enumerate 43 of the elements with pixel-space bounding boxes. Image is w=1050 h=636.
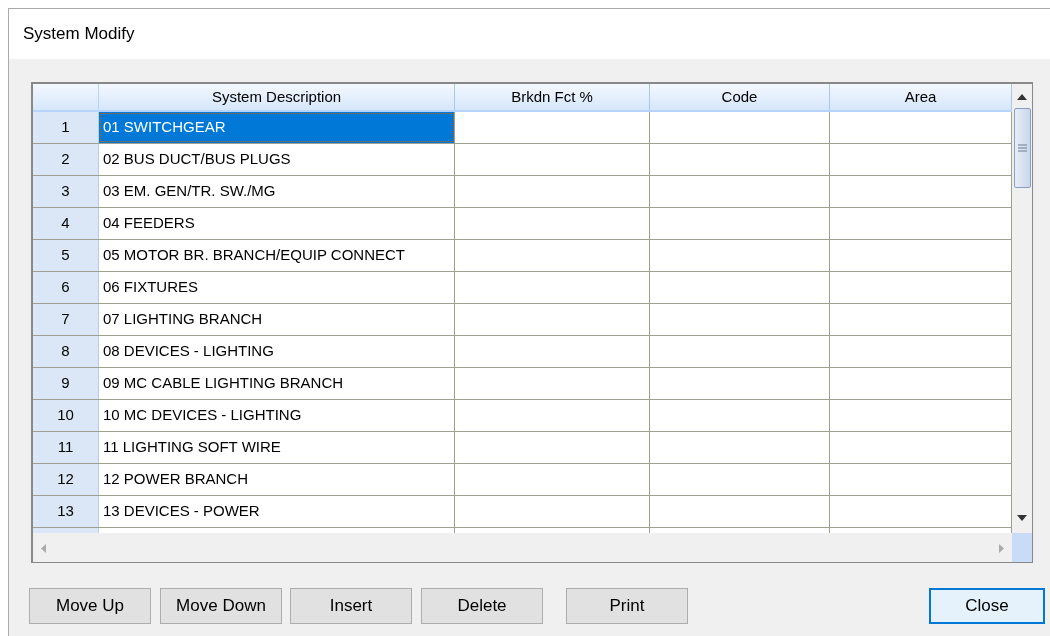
dialog-button[interactable]: Insert [290,588,412,624]
row-number[interactable]: 11 [33,432,99,463]
scrollbar-corner [1012,533,1032,562]
row-number[interactable]: 10 [33,400,99,431]
table-cell: 10 MC DEVICES - LIGHTING [99,400,455,431]
row-number[interactable]: 3 [33,176,99,207]
table-cell: 09 MC CABLE LIGHTING BRANCH [99,368,455,399]
table-cell: 04 FEEDERS [99,208,455,239]
table-cell: 03 EM. GEN/TR. SW./MG [99,176,455,207]
scroll-down-icon[interactable] [1017,515,1027,521]
row-number[interactable]: 4 [33,208,99,239]
dialog-button[interactable]: Print [566,588,688,624]
grip-icon [1017,144,1027,152]
dialog-button[interactable]: Delete [421,588,543,624]
table-cell: 06 FIXTURES [99,272,455,303]
table-cell: 05 MOTOR BR. BRANCH/EQUIP CONNECT [99,240,455,271]
table-cell: 08 DEVICES - LIGHTING [99,336,455,367]
table-cell: 12 POWER BRANCH [99,464,455,495]
row-number[interactable]: 13 [33,496,99,527]
column-header[interactable]: System Description [99,84,455,110]
row-number[interactable]: 9 [33,368,99,399]
scroll-thumb[interactable] [1013,108,1031,188]
scroll-left-icon[interactable] [41,543,46,553]
row-number[interactable]: 8 [33,336,99,367]
dialog-button[interactable]: Close [929,588,1045,624]
row-number[interactable]: 12 [33,464,99,495]
table-cell: 07 LIGHTING BRANCH [99,304,455,335]
column-header[interactable]: Code [650,84,830,110]
row-number[interactable]: 2 [33,144,99,175]
row-number[interactable]: 6 [33,272,99,303]
scroll-right-icon[interactable] [999,543,1004,553]
dialog-button[interactable]: Move Down [160,588,282,624]
row-number[interactable]: 1 [33,112,99,143]
table-cell: 02 BUS DUCT/BUS PLUGS [99,144,455,175]
dialog-button[interactable]: Move Up [29,588,151,624]
column-header[interactable]: Brkdn Fct % [455,84,650,110]
table-cell: 13 DEVICES - POWER [99,496,455,527]
row-number[interactable]: 5 [33,240,99,271]
row-number[interactable]: 7 [33,304,99,335]
table-cell: 11 LIGHTING SOFT WIRE [99,432,455,463]
window-title: System Modify [23,23,135,46]
table-cell: 01 SWITCHGEAR [99,112,455,143]
scroll-up-icon[interactable] [1017,94,1027,100]
